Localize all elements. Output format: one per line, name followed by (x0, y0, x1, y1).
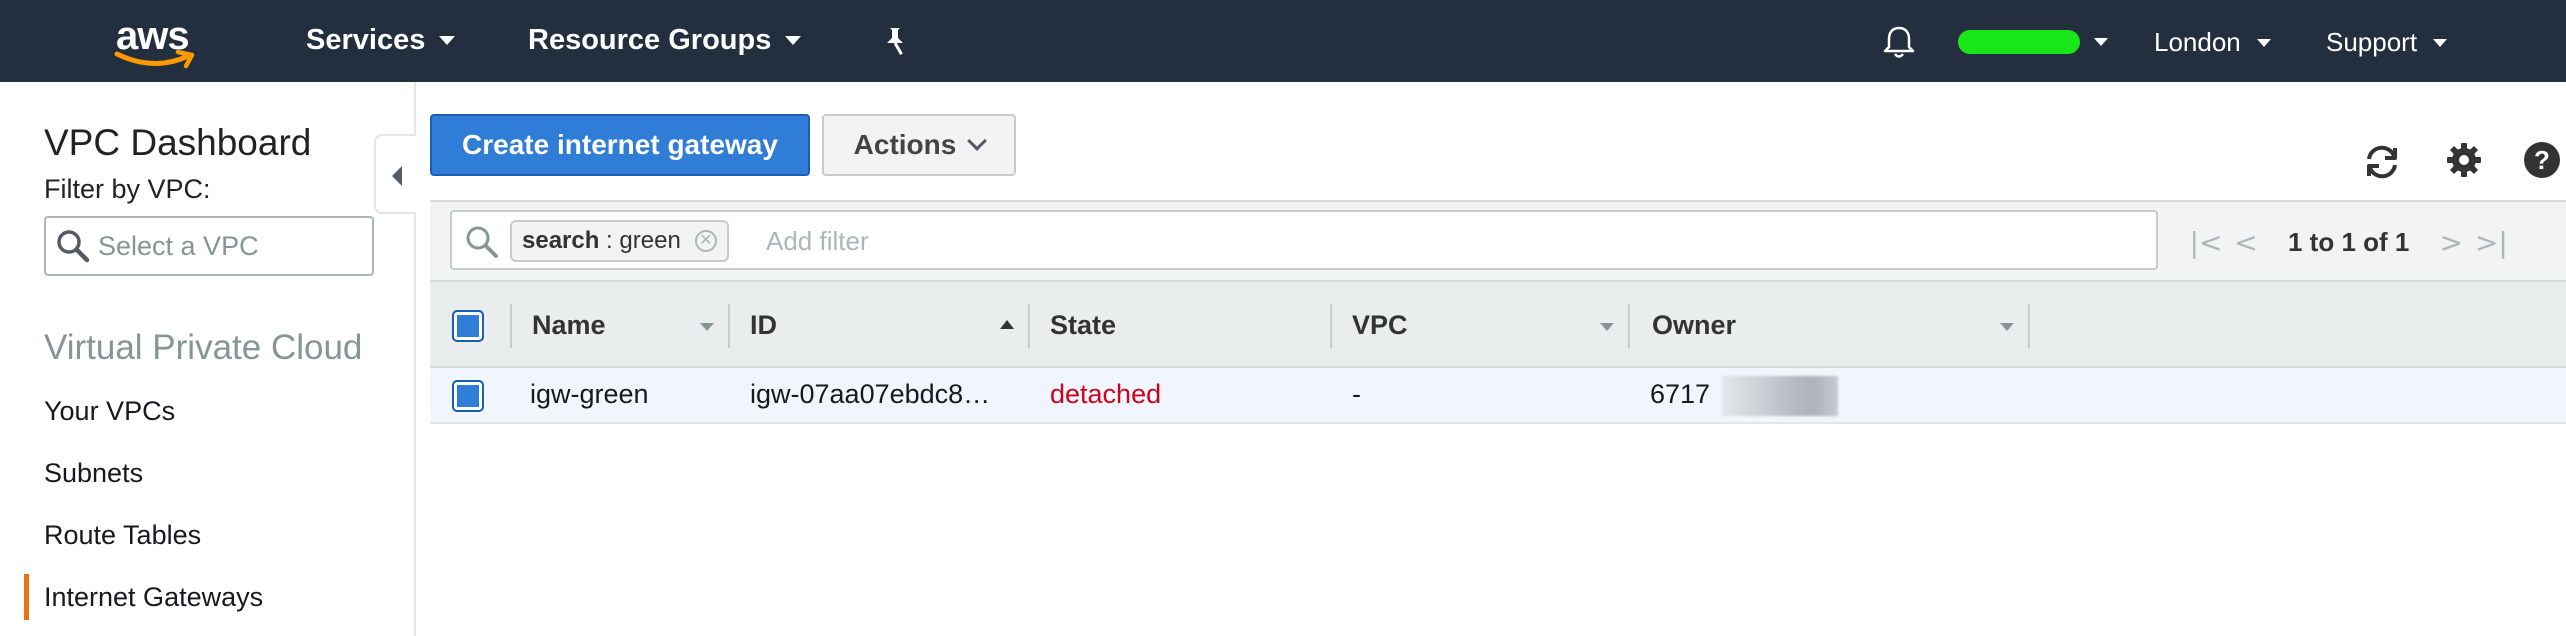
sidebar-item-internet-gateways[interactable]: Internet Gateways (44, 582, 263, 613)
filter-bar: search : green ✕ Add filter |< < 1 to 1 … (430, 200, 2566, 280)
services-label: Services (306, 24, 426, 56)
region-menu[interactable]: London (2154, 27, 2271, 58)
sidebar-item-your-vpcs[interactable]: Your VPCs (44, 396, 175, 427)
account-name-redacted (1958, 30, 2080, 54)
help-icon[interactable]: ? (2522, 140, 2562, 180)
cell-name: igw-green (530, 379, 649, 409)
chevron-down-icon (439, 36, 456, 45)
actions-label: Actions (853, 129, 957, 160)
redacted-owner-id (1722, 376, 1838, 416)
first-page-icon[interactable]: |< (2186, 226, 2226, 259)
table-header: Name ID State VPC Owner (430, 280, 2566, 368)
previous-page-icon[interactable]: < (2226, 226, 2266, 259)
cell-vpc: - (1352, 379, 1361, 409)
chevron-down-icon (2433, 38, 2448, 47)
add-filter-placeholder: Add filter (766, 226, 869, 256)
cell-owner: 6717 (1650, 379, 1711, 409)
remove-filter-icon[interactable]: ✕ (694, 230, 717, 252)
filter-by-vpc-label: Filter by VPC: (44, 174, 211, 204)
sidebar-item-route-tables[interactable]: Route Tables (44, 520, 201, 551)
column-separator (1628, 304, 1630, 348)
sidebar: VPC Dashboard Filter by VPC: Select a VP… (0, 82, 416, 636)
active-item-indicator (24, 574, 29, 620)
support-label: Support (2326, 27, 2418, 57)
region-label: London (2154, 27, 2241, 57)
chevron-down-icon (785, 36, 802, 45)
column-header-name[interactable]: Name (532, 310, 606, 341)
filter-token-key: search (522, 227, 600, 254)
sort-up-icon[interactable] (1000, 320, 1014, 329)
filter-token-separator: : (599, 227, 620, 254)
filter-input[interactable]: search : green ✕ Add filter (450, 210, 2158, 270)
sidebar-title[interactable]: VPC Dashboard (44, 122, 311, 164)
aws-smile-icon (114, 50, 195, 69)
column-header-vpc[interactable]: VPC (1352, 310, 1408, 341)
aws-logo[interactable]: aws (112, 14, 202, 69)
search-icon (57, 230, 90, 263)
column-separator (2028, 304, 2030, 348)
column-header-state[interactable]: State (1050, 310, 1116, 341)
resource-groups-label: Resource Groups (528, 24, 772, 56)
pin-icon[interactable] (880, 26, 910, 58)
search-icon (466, 226, 498, 258)
sort-down-icon[interactable] (2000, 323, 2014, 331)
actions-dropdown-button[interactable]: Actions (822, 114, 1016, 176)
notification-bell-icon[interactable] (1882, 24, 1916, 60)
pagination-text: 1 to 1 of 1 (2288, 226, 2410, 257)
account-menu[interactable] (1958, 30, 2108, 54)
vpc-filter-select[interactable]: Select a VPC (44, 216, 374, 276)
column-separator (728, 304, 730, 348)
pagination: |< < 1 to 1 of 1 > >| (2186, 222, 2546, 262)
support-menu[interactable]: Support (2326, 27, 2448, 58)
vpc-select-placeholder: Select a VPC (98, 230, 259, 261)
resource-groups-menu[interactable]: Resource Groups (528, 24, 802, 57)
select-all-checkbox[interactable] (452, 310, 484, 342)
cell-state: detached (1050, 379, 1162, 409)
column-header-owner[interactable]: Owner (1652, 310, 1736, 341)
svg-text:?: ? (2534, 145, 2550, 175)
filter-token[interactable]: search : green ✕ (510, 220, 729, 262)
column-separator (1028, 304, 1030, 348)
settings-gear-icon[interactable] (2444, 140, 2484, 180)
chevron-down-icon (2094, 38, 2108, 46)
sort-down-icon[interactable] (1600, 323, 1614, 331)
collapse-sidebar-button[interactable] (374, 134, 416, 214)
filter-token-value: green (619, 227, 681, 254)
column-header-id[interactable]: ID (750, 310, 777, 341)
cell-id: igw-07aa07ebdc8… (750, 379, 991, 409)
column-separator (510, 304, 512, 348)
last-page-icon[interactable]: >| (2471, 226, 2511, 259)
next-page-icon[interactable]: > (2431, 226, 2471, 259)
chevron-down-icon (2256, 38, 2271, 47)
services-menu[interactable]: Services (306, 24, 456, 57)
chevron-down-icon (967, 131, 988, 151)
collapse-left-icon (392, 166, 402, 186)
refresh-icon[interactable] (2362, 142, 2402, 182)
column-separator (1330, 304, 1332, 348)
sidebar-item-subnets[interactable]: Subnets (44, 458, 143, 489)
row-checkbox[interactable] (452, 380, 484, 412)
section-heading-virtual-private-cloud: Virtual Private Cloud (44, 328, 363, 367)
sort-down-icon[interactable] (700, 323, 714, 331)
table-row[interactable]: igw-green igw-07aa07ebdc8… detached - 67… (430, 368, 2566, 424)
top-navigation-bar: aws Services Resource Groups London Supp… (0, 0, 2566, 82)
create-internet-gateway-button[interactable]: Create internet gateway (430, 114, 810, 176)
